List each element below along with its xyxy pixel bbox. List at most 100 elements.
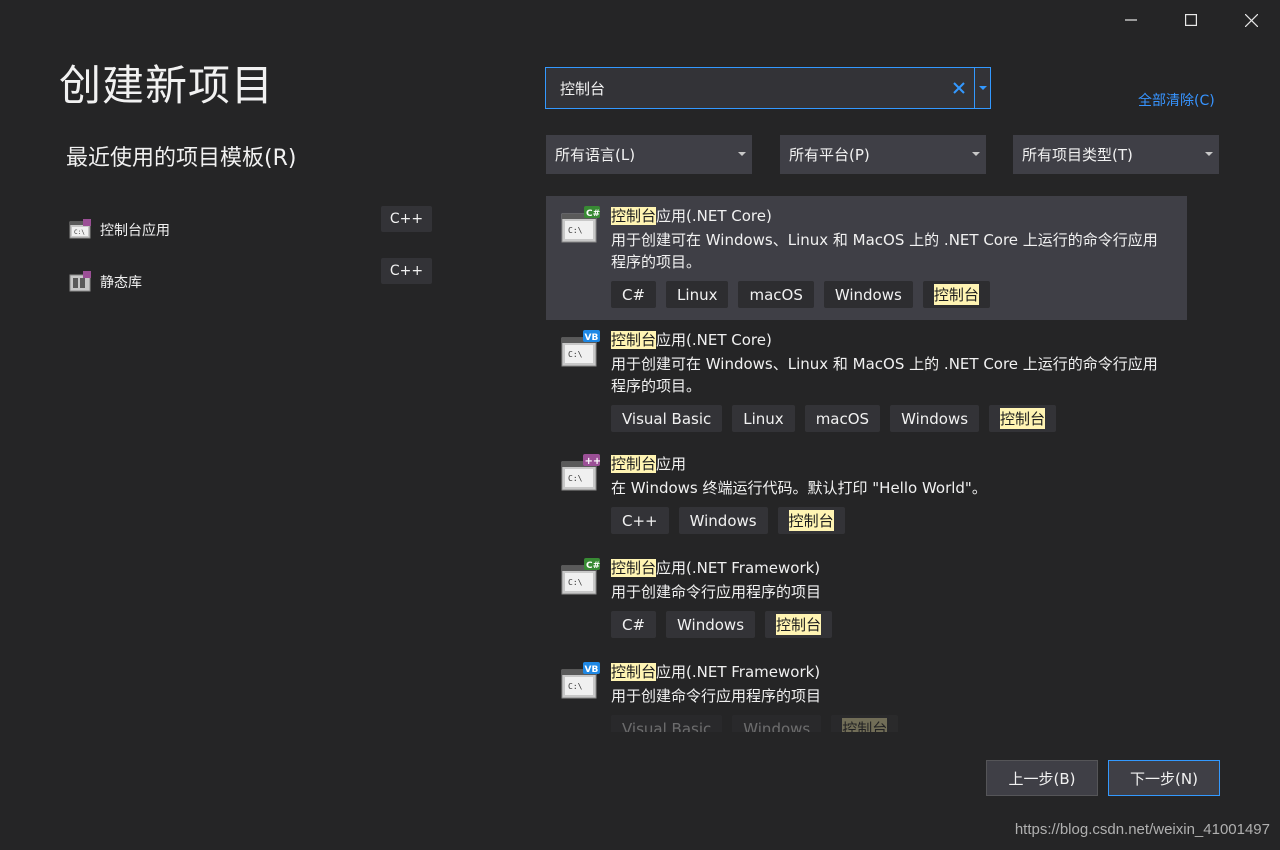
search-highlight: 控制台 [933,284,979,305]
template-title-text: 应用(.NET Core) [656,331,772,349]
tag-project-type: 控制台 [922,281,990,308]
search-highlight: 控制台 [611,455,657,473]
template-tags: C++ Windows 控制台 [611,507,1187,534]
svg-text:C:\: C:\ [568,226,583,235]
tag-project-type: 控制台 [831,715,899,732]
svg-text:C:\: C:\ [568,350,583,359]
template-description: 用于创建命令行应用程序的项目 [611,687,822,705]
tag-platform: Windows [732,715,822,732]
tag-language: C# [611,611,657,638]
tag-language: Visual Basic [611,405,723,432]
template-title-text: 应用 [656,455,687,473]
search-input[interactable] [546,68,950,108]
search-highlight: 控制台 [776,614,822,635]
template-description: 用于创建命令行应用程序的项目 [611,583,822,601]
project-type-filter[interactable]: 所有项目类型(T) [1013,135,1219,174]
template-title-text: 应用(.NET Framework) [656,663,821,681]
tag-language: C++ [611,507,669,534]
template-description: 在 Windows 终端运行代码。默认打印 "Hello World"。 [611,479,987,497]
chevron-down-icon [738,152,746,156]
template-card-vb-console-core[interactable]: C:\ VB 控制台应用(.NET Core) 用于创建可在 Windows、L… [546,320,1187,444]
minimize-icon[interactable] [1117,6,1145,34]
chevron-down-icon [972,152,980,156]
search-highlight: 控制台 [611,663,657,681]
recent-item-console-app[interactable]: C:\ 控制台应用 C++ [66,204,434,256]
search-highlight: 控制台 [842,718,888,732]
svg-text:C:\: C:\ [568,578,583,587]
template-tags: Visual Basic Windows 控制台 [611,715,1187,732]
tag-project-type: 控制台 [777,507,845,534]
search-highlight: 控制台 [611,559,657,577]
tag-platform: macOS [804,405,881,432]
language-badge: ++ [585,456,601,467]
template-results-list: C:\ C# 控制台应用(.NET Core) 用于创建可在 Windows、L… [546,196,1187,732]
recent-templates-list: C:\ 控制台应用 C++ 静态库 C++ [66,204,434,308]
vb-console-app-icon: C:\ VB [561,330,600,367]
tag-platform: macOS [738,281,814,308]
maximize-icon[interactable] [1177,6,1205,34]
clear-icon[interactable] [950,79,968,97]
template-title-text: 应用(.NET Core) [656,207,772,225]
clear-all-link[interactable]: 全部清除(C) [1138,90,1215,110]
console-app-icon: C:\ [69,219,91,239]
template-card-csharp-console-core[interactable]: C:\ C# 控制台应用(.NET Core) 用于创建可在 Windows、L… [546,196,1187,320]
svg-text:C:\: C:\ [74,229,85,236]
tag-project-type: 控制台 [765,611,833,638]
static-library-icon [69,271,91,292]
tag-platform: Linux [732,405,795,432]
template-title: 控制台应用(.NET Core) [611,206,1187,226]
tag-language: C# [611,281,657,308]
tag-platform: Windows [823,281,913,308]
template-tags: C# Windows 控制台 [611,611,1187,638]
search-highlight: 控制台 [1000,408,1046,429]
next-button[interactable]: 下一步(N) [1108,760,1220,796]
cpp-console-app-icon: C:\ ++ [561,454,601,491]
svg-text:C:\: C:\ [568,474,583,483]
language-tag: C++ [381,258,432,284]
recent-item-label: 静态库 [100,275,142,291]
tag-platform: Linux [666,281,729,308]
tag-platform: Windows [890,405,980,432]
template-title-text: 应用(.NET Framework) [656,559,821,577]
platform-filter[interactable]: 所有平台(P) [780,135,986,174]
language-badge: C# [586,209,600,219]
close-icon[interactable] [1237,6,1265,34]
template-card-vb-console-framework[interactable]: C:\ VB 控制台应用(.NET Framework) 用于创建命令行应用程序… [546,652,1187,732]
language-badge: VB [585,333,599,343]
vb-console-app-icon: C:\ VB [561,662,600,699]
watermark-url: https://blog.csdn.net/weixin_41001497 [1014,821,1270,838]
template-title: 控制台应用(.NET Framework) [611,662,1187,682]
template-tags: Visual Basic Linux macOS Windows 控制台 [611,405,1187,432]
language-filter[interactable]: 所有语言(L) [546,135,752,174]
tag-platform: Windows [678,507,768,534]
recent-item-static-library[interactable]: 静态库 C++ [66,256,434,308]
template-description: 用于创建可在 Windows、Linux 和 MacOS 上的 .NET Cor… [611,231,1158,271]
project-type-filter-label: 所有项目类型(T) [1022,146,1133,164]
template-title: 控制台应用(.NET Framework) [611,558,1187,578]
page-title: 创建新项目 [59,61,275,110]
search-highlight: 控制台 [611,207,657,225]
csharp-console-app-icon: C:\ C# [561,558,600,595]
tag-language: Visual Basic [611,715,723,732]
tag-project-type: 控制台 [989,405,1057,432]
recent-item-label: 控制台应用 [100,223,170,239]
language-badge: VB [585,665,599,675]
template-title: 控制台应用(.NET Core) [611,330,1187,350]
chevron-down-icon[interactable] [974,68,990,108]
template-search [545,67,991,109]
template-card-cpp-console[interactable]: C:\ ++ 控制台应用 在 Windows 终端运行代码。默认打印 "Hell… [546,444,1187,548]
language-badge: C# [586,561,600,571]
csharp-console-app-icon: C:\ C# [561,206,600,243]
back-button[interactable]: 上一步(B) [986,760,1098,796]
language-tag: C++ [381,206,432,232]
template-tags: C# Linux macOS Windows 控制台 [611,281,1187,308]
language-filter-label: 所有语言(L) [555,146,636,164]
search-highlight: 控制台 [611,331,657,349]
recent-templates-heading: 最近使用的项目模板(R) [66,146,297,171]
template-card-csharp-console-framework[interactable]: C:\ C# 控制台应用(.NET Framework) 用于创建命令行应用程序… [546,548,1187,652]
chevron-down-icon [1205,152,1213,156]
search-highlight: 控制台 [788,510,834,531]
template-title: 控制台应用 [611,454,1187,474]
platform-filter-label: 所有平台(P) [789,146,870,164]
tag-platform: Windows [666,611,756,638]
